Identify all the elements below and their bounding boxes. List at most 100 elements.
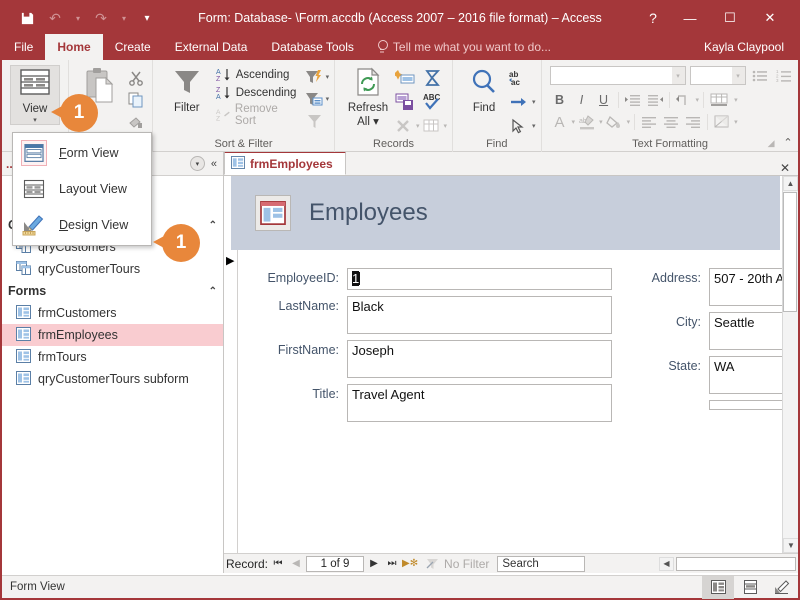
form-search-input[interactable]: Search: [497, 555, 586, 572]
chevron-up-icon[interactable]: ⌃: [209, 286, 217, 297]
navigation-pane-menu-icon[interactable]: ▾: [189, 156, 205, 171]
layout-view-toggle[interactable]: [734, 576, 766, 599]
tell-me-box[interactable]: Tell me what you want to do...: [366, 34, 561, 60]
undo-dropdown-icon[interactable]: ▾: [70, 6, 86, 30]
nav-group-forms[interactable]: Forms ⌃: [2, 280, 223, 302]
replace-button[interactable]: ab ac: [509, 67, 536, 89]
ribbon-tab-home[interactable]: Home: [45, 34, 103, 60]
advanced-filter-button[interactable]: ▾: [305, 66, 330, 87]
first-record-button[interactable]: ⏮: [270, 558, 286, 569]
ribbon-tab-external-data[interactable]: External Data: [163, 34, 260, 60]
bold-button[interactable]: B: [550, 90, 570, 110]
numbering-button[interactable]: 1 2 3: [774, 66, 794, 86]
datasheet-button[interactable]: [708, 90, 732, 110]
chevron-down-icon[interactable]: ▾: [326, 73, 330, 81]
chevron-down-icon[interactable]: ▾: [33, 116, 37, 124]
save-icon[interactable]: [14, 6, 40, 30]
menu-item-design-view[interactable]: Design View: [13, 207, 151, 243]
nav-item-frmEmployees[interactable]: frmEmployees: [2, 324, 223, 346]
form-record-position[interactable]: 1 of 9: [306, 555, 365, 572]
sort-descending-button[interactable]: Z A Descending: [213, 84, 302, 102]
redo-icon[interactable]: ↷: [88, 6, 114, 30]
chevron-down-icon[interactable]: ▾: [326, 95, 330, 103]
last-record-button[interactable]: ⏭: [384, 558, 400, 569]
remove-sort-button[interactable]: A Z Remove Sort: [213, 102, 302, 128]
delete-record-button[interactable]: ▾: [395, 115, 420, 137]
decrease-indent-button[interactable]: [645, 90, 665, 110]
cut-button[interactable]: [125, 67, 147, 88]
next-record-button[interactable]: ▶: [366, 558, 382, 569]
chevron-up-icon[interactable]: ⌃: [209, 220, 217, 231]
bullets-button[interactable]: [750, 66, 770, 86]
align-center-button[interactable]: [661, 112, 681, 132]
align-left-button[interactable]: [639, 112, 659, 132]
new-record-button[interactable]: ▶✻: [402, 558, 418, 569]
record-selector-strip[interactable]: [224, 250, 238, 573]
nav-item-frmTours[interactable]: frmTours: [2, 346, 223, 368]
maximize-button[interactable]: ☐: [710, 3, 750, 33]
close-button[interactable]: ✕: [750, 3, 790, 33]
totals-button[interactable]: [423, 67, 448, 89]
increase-indent-button[interactable]: [623, 90, 643, 110]
find-button[interactable]: Find: [462, 65, 506, 114]
go-to-button[interactable]: ▾: [509, 91, 536, 113]
more-records-button[interactable]: ▾: [423, 115, 447, 137]
font-color-button[interactable]: A: [550, 112, 570, 132]
menu-item-form-view[interactable]: FForm Vieworm View: [13, 135, 151, 171]
copy-button[interactable]: [125, 89, 147, 110]
filter-toggle-icon[interactable]: [305, 110, 330, 131]
underline-button[interactable]: U: [594, 90, 614, 110]
spelling-button[interactable]: ABC: [423, 91, 448, 113]
chevron-down-icon[interactable]: ▾: [731, 67, 745, 84]
align-right-button[interactable]: [683, 112, 703, 132]
close-document-button[interactable]: ✕: [772, 161, 798, 175]
conditional-formatting-button[interactable]: [712, 112, 732, 132]
design-view-toggle[interactable]: [766, 576, 798, 599]
select-button[interactable]: ▾: [509, 115, 536, 137]
previous-record-button[interactable]: ◀: [288, 558, 304, 569]
nav-item-frmCustomers[interactable]: frmCustomers: [2, 302, 223, 324]
form-hscroll-track[interactable]: [676, 556, 796, 571]
undo-icon[interactable]: ↶: [42, 6, 68, 30]
italic-button[interactable]: I: [572, 90, 592, 110]
ribbon-tab-database-tools[interactable]: Database Tools: [259, 34, 366, 60]
toggle-filter-button[interactable]: ▾: [305, 88, 330, 109]
help-button[interactable]: ?: [636, 3, 670, 33]
refresh-all-button[interactable]: Refresh All ▾: [344, 65, 392, 128]
lastname-input[interactable]: Black: [347, 296, 612, 334]
sort-ascending-button[interactable]: A Z Ascending: [213, 66, 302, 84]
font-size-combo[interactable]: ▾: [689, 66, 746, 85]
ribbon-tab-create[interactable]: Create: [103, 34, 163, 60]
form-hscroll-left[interactable]: ◀: [659, 556, 674, 571]
ribbon-tab-file[interactable]: File: [2, 34, 45, 60]
form-view-toggle[interactable]: [702, 575, 734, 599]
nav-item-qryCustomerTours-subform[interactable]: qryCustomerTours subform: [2, 368, 223, 390]
title-input[interactable]: Travel Agent: [347, 384, 612, 422]
font-name-combo[interactable]: ▾: [549, 66, 686, 85]
menu-item-layout-view[interactable]: Layout View: [13, 171, 151, 207]
shutter-bar-icon[interactable]: «: [209, 158, 219, 170]
firstname-input[interactable]: Joseph: [347, 340, 612, 378]
form-scroll-thumb[interactable]: [783, 192, 797, 312]
minimize-button[interactable]: —: [670, 3, 710, 33]
filter-button[interactable]: Filter: [164, 65, 210, 114]
nav-item-label: frmEmployees: [38, 328, 118, 342]
collapse-ribbon-button[interactable]: ⌃: [783, 136, 792, 149]
form-filter-status[interactable]: No Filter: [420, 557, 495, 571]
text-direction-button[interactable]: [674, 90, 694, 110]
text-formatting-dialog-launcher[interactable]: ◢: [768, 138, 775, 149]
redo-dropdown-icon[interactable]: ▾: [116, 6, 132, 30]
scroll-up-button[interactable]: ▲: [783, 176, 798, 191]
format-painter-button[interactable]: [125, 111, 147, 132]
form-vertical-scrollbar[interactable]: ▲ ▼: [782, 176, 798, 553]
user-account-name[interactable]: Kayla Claypool: [704, 34, 798, 60]
background-color-button[interactable]: [605, 112, 625, 132]
scroll-down-button[interactable]: ▼: [783, 538, 798, 553]
save-record-button[interactable]: [395, 91, 420, 113]
document-tab-frmEmployees[interactable]: frmEmployees: [224, 152, 346, 175]
chevron-down-icon[interactable]: ▾: [671, 67, 685, 84]
employeeid-input[interactable]: 1: [347, 268, 612, 290]
new-record-button[interactable]: [395, 67, 420, 89]
text-highlight-button[interactable]: ab: [577, 112, 597, 132]
customize-qat-icon[interactable]: ▾: [134, 6, 160, 30]
